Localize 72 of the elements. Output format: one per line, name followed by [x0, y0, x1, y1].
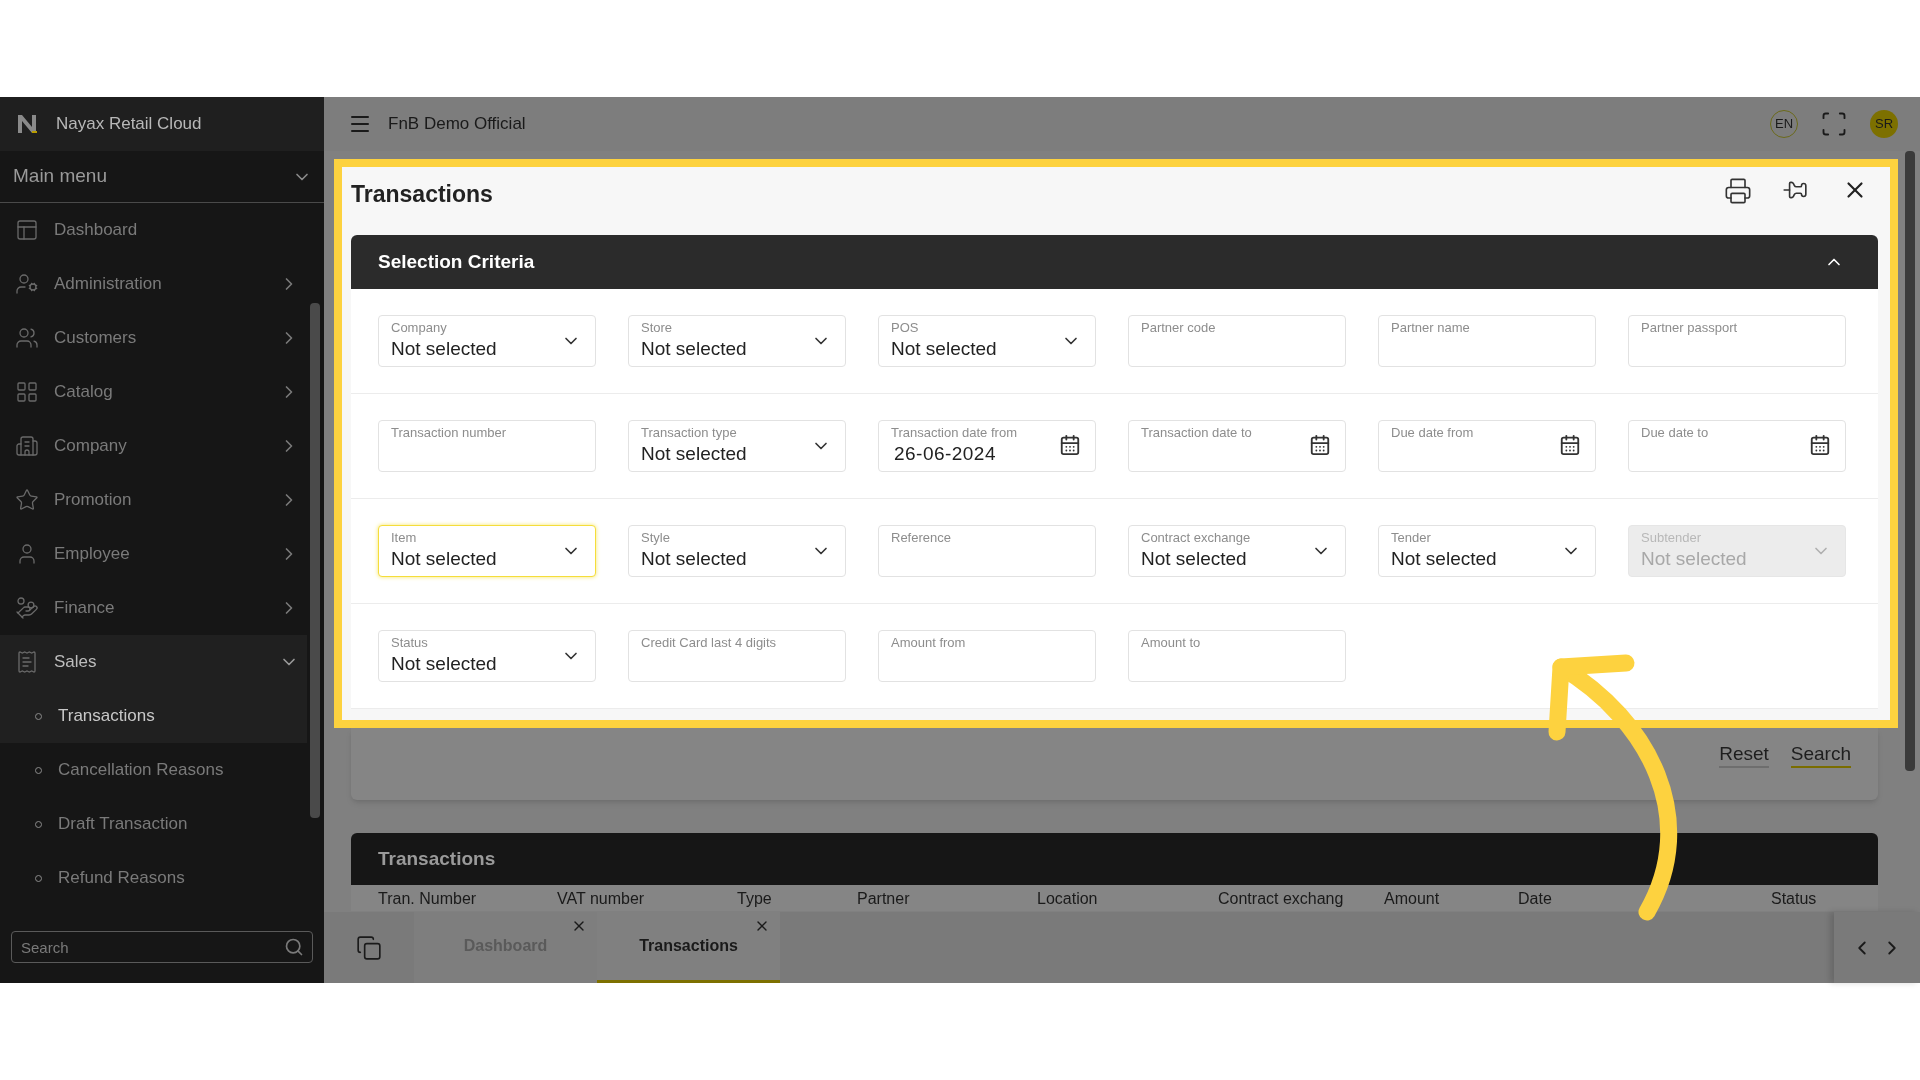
sidebar-item[interactable]: Company — [0, 419, 307, 473]
text-field[interactable]: Amount from — [878, 630, 1096, 682]
gear-person-icon — [15, 272, 39, 296]
date-field[interactable]: Transaction date from 26-06-2024 — [878, 420, 1096, 472]
reset-button[interactable]: Reset — [1719, 742, 1769, 768]
printer-icon[interactable] — [1724, 177, 1752, 205]
receipt-icon — [15, 650, 39, 674]
tab[interactable]: Transactions — [597, 912, 780, 983]
calendar-icon — [1809, 434, 1831, 456]
select-field[interactable]: Contract exchange Not selected — [1128, 525, 1346, 577]
sidebar-item[interactable]: Employee — [0, 527, 307, 581]
sidebar-item[interactable]: Customers — [0, 311, 307, 365]
results-title: Transactions — [378, 846, 496, 871]
submenu-item[interactable]: Refund Reasons — [0, 851, 307, 905]
panel-title: Transactions — [351, 180, 493, 209]
select-field[interactable]: Company Not selected — [378, 315, 596, 367]
text-field[interactable]: Amount to — [1128, 630, 1346, 682]
text-field[interactable]: Transaction number — [378, 420, 596, 472]
date-field[interactable]: Transaction date to — [1128, 420, 1346, 472]
user-avatar[interactable]: SR — [1870, 110, 1898, 138]
sidebar-item[interactable]: Dashboard — [0, 203, 307, 257]
column-header[interactable]: Amount — [1384, 889, 1518, 911]
select-field[interactable]: Tender Not selected — [1378, 525, 1596, 577]
sidebar-item[interactable]: Sales — [0, 635, 307, 689]
building-icon — [15, 434, 39, 458]
column-header[interactable]: Type — [737, 889, 857, 911]
search-field[interactable]: Search — [11, 931, 313, 963]
select-field[interactable]: Style Not selected — [628, 525, 846, 577]
calendar-icon — [1559, 434, 1581, 456]
dashboard-icon — [15, 218, 39, 242]
submenu-item[interactable]: Cancellation Reasons — [0, 743, 307, 797]
windows-icon[interactable] — [356, 934, 382, 961]
column-header[interactable]: Status — [1771, 889, 1871, 911]
text-field[interactable]: Credit Card last 4 digits — [628, 630, 846, 682]
column-header[interactable]: Location — [1037, 889, 1218, 911]
select-field[interactable]: POS Not selected — [878, 315, 1096, 367]
date-field[interactable]: Due date to — [1628, 420, 1846, 472]
calendar-icon — [1309, 434, 1331, 456]
column-header[interactable]: Contract exchang — [1218, 889, 1384, 911]
scrollbar-thumb[interactable] — [310, 303, 320, 818]
submenu-item[interactable]: Draft Transaction — [0, 797, 307, 851]
date-field[interactable]: Due date from — [1378, 420, 1596, 472]
sidebar-item[interactable]: Promotion — [0, 473, 307, 527]
select-field[interactable]: Transaction type Not selected — [628, 420, 846, 472]
column-header[interactable]: Partner — [857, 889, 1037, 911]
text-field[interactable]: Reference — [878, 525, 1096, 577]
column-header[interactable]: Tran. Number — [378, 889, 557, 911]
search-icon — [284, 937, 304, 957]
scrollbar-thumb[interactable] — [1905, 151, 1915, 771]
grid-icon — [15, 380, 39, 404]
sidebar-item[interactable]: Catalog — [0, 365, 307, 419]
sidebar-item[interactable]: Administration — [0, 257, 307, 311]
logo-icon — [16, 113, 38, 135]
hand-coin-icon — [15, 596, 39, 620]
select-field[interactable]: Item Not selected — [378, 525, 596, 577]
search-button[interactable]: Search — [1790, 742, 1851, 768]
sidebar-item[interactable]: Finance — [0, 581, 307, 635]
select-field[interactable]: Status Not selected — [378, 630, 596, 682]
submenu-item[interactable]: Transactions — [0, 689, 307, 743]
text-field[interactable]: Partner code — [1128, 315, 1346, 367]
text-field[interactable]: Partner name — [1378, 315, 1596, 367]
criteria-header[interactable]: Selection Criteria — [351, 235, 1878, 289]
workspace-title: FnB Demo Official — [388, 113, 526, 136]
column-header[interactable]: Date — [1518, 889, 1771, 911]
select-field[interactable]: Store Not selected — [628, 315, 846, 367]
fullscreen-icon[interactable] — [1820, 110, 1848, 138]
column-header[interactable]: VAT number — [557, 889, 737, 911]
app-name: Nayax Retail Cloud — [56, 113, 202, 136]
star-icon — [15, 488, 39, 512]
people-icon — [15, 326, 39, 350]
calendar-icon — [1059, 434, 1081, 456]
text-field[interactable]: Partner passport — [1628, 315, 1846, 367]
